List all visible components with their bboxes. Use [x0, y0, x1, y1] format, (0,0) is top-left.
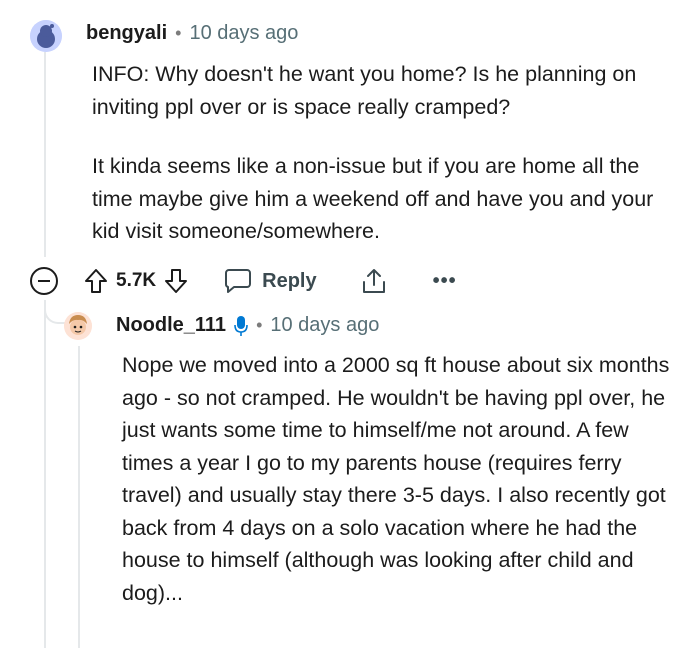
- more-options-button[interactable]: •••: [433, 270, 457, 293]
- reply-avatar[interactable]: [64, 312, 92, 340]
- separator-dot: •: [175, 23, 182, 43]
- share-icon: [362, 269, 385, 293]
- avatar[interactable]: [30, 20, 62, 52]
- upvote-button[interactable]: [84, 268, 108, 294]
- username[interactable]: Noodle_111: [116, 314, 226, 337]
- thread-branch-curve: [44, 300, 66, 324]
- reply-button[interactable]: Reply: [224, 268, 317, 294]
- mic-badge-icon: [234, 315, 248, 337]
- collapse-thread-button[interactable]: [30, 267, 58, 295]
- reply-meta: Noodle_111 • 10 days ago: [116, 314, 379, 337]
- username[interactable]: bengyali: [86, 22, 167, 45]
- reply-label: Reply: [262, 269, 317, 292]
- snoo-avatar-icon: [30, 20, 62, 52]
- separator-dot: •: [256, 315, 263, 335]
- reply-body: Nope we moved into a 2000 sq ft house ab…: [122, 353, 670, 605]
- comment-paragraph: INFO: Why doesn't he want you home? Is h…: [92, 62, 637, 119]
- thread-line-lower: [44, 300, 46, 648]
- upvote-arrow-icon: [85, 269, 107, 293]
- snoo-avatar-icon: [64, 312, 92, 340]
- thread-line: [44, 52, 46, 257]
- timestamp: 10 days ago: [189, 22, 299, 44]
- vote-count: 5.7K: [116, 270, 157, 291]
- comment-body: INFO: Why doesn't he want you home? Is h…: [92, 58, 672, 275]
- downvote-button[interactable]: [164, 268, 188, 294]
- reply-thread-line[interactable]: [78, 346, 80, 648]
- comment-meta: bengyali • 10 days ago: [86, 22, 298, 45]
- share-button[interactable]: [361, 267, 387, 295]
- downvote-arrow-icon: [165, 269, 188, 293]
- comment-bubble-icon: [225, 269, 252, 293]
- comment-actions: 5.7K Reply •••: [30, 262, 457, 300]
- comment-paragraph: It kinda seems like a non-issue but if y…: [92, 154, 654, 243]
- timestamp: 10 days ago: [270, 314, 380, 336]
